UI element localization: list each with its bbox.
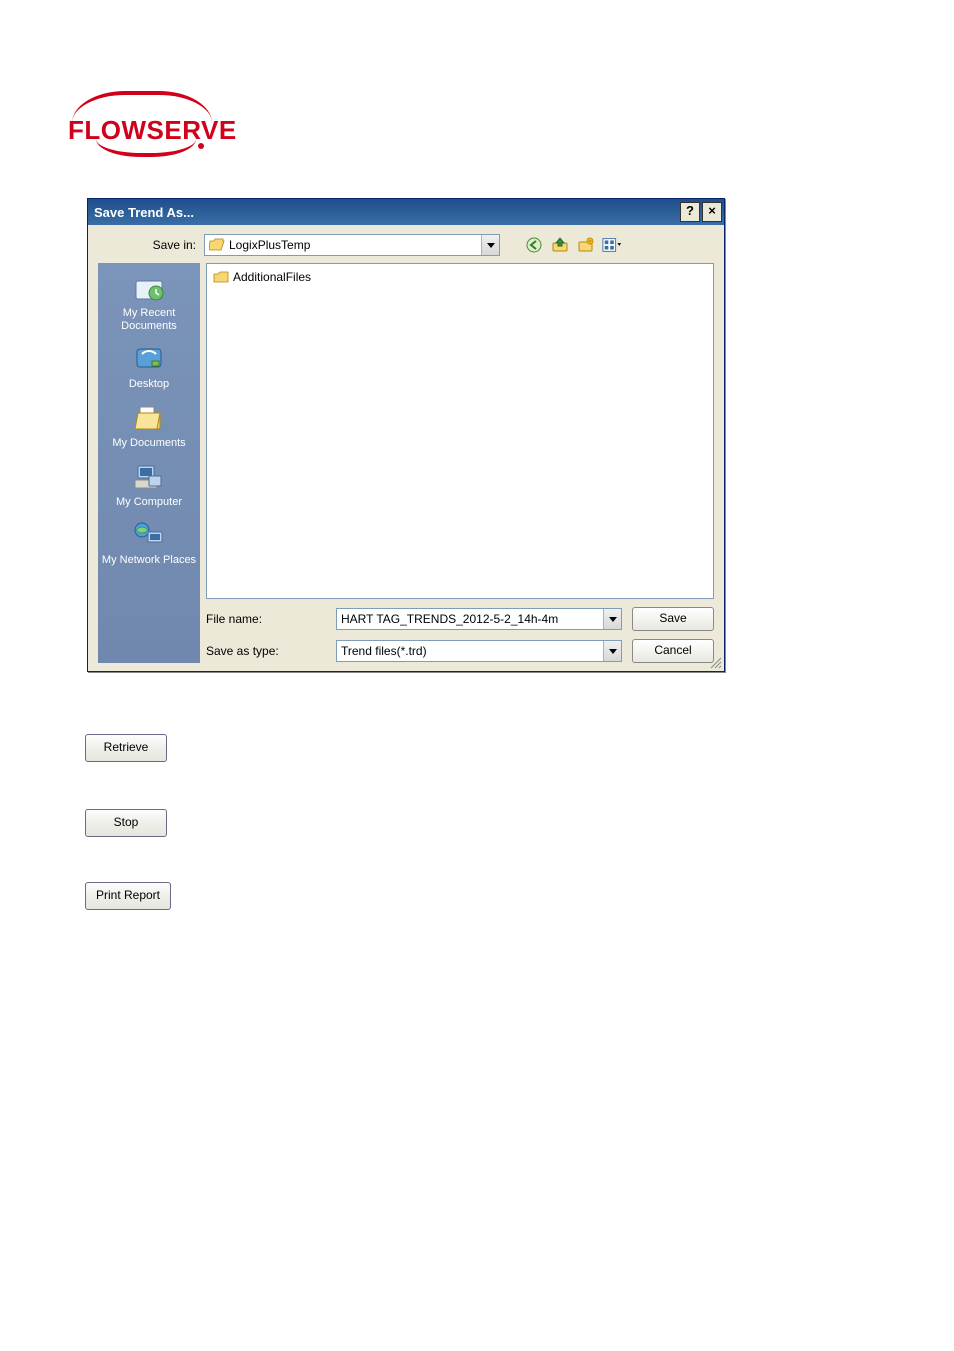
logo-arc — [72, 91, 212, 123]
folder-open-icon — [209, 238, 225, 252]
network-places-icon — [132, 520, 166, 550]
views-menu-icon[interactable] — [602, 235, 622, 255]
save-as-type-row: Save as type: Trend files(*.trd) Cancel — [206, 639, 714, 663]
up-one-level-icon[interactable] — [550, 235, 570, 255]
dialog-body: Save in: LogixPlusTemp — [88, 225, 724, 671]
place-my-computer[interactable]: My Computer — [98, 458, 200, 517]
place-label: My Recent Documents — [98, 307, 200, 332]
my-documents-icon — [132, 403, 166, 433]
bottom-rows: File name: HART TAG_TRENDS_2012-5-2_14h-… — [206, 599, 714, 663]
new-folder-icon[interactable] — [576, 235, 596, 255]
save-in-label: Save in: — [98, 238, 198, 252]
place-label: My Network Places — [98, 554, 200, 567]
dialog-title: Save Trend As... — [94, 205, 678, 220]
file-name-label: File name: — [206, 612, 326, 626]
save-button[interactable]: Save — [632, 607, 714, 631]
file-name-input[interactable]: HART TAG_TRENDS_2012-5-2_14h-4m — [336, 608, 622, 630]
place-label: Desktop — [98, 378, 200, 391]
my-computer-icon — [132, 462, 166, 492]
save-in-dropdown[interactable]: LogixPlusTemp — [204, 234, 500, 256]
resize-grip-icon[interactable] — [708, 655, 722, 669]
save-in-value: LogixPlusTemp — [229, 238, 310, 252]
brand-logo: FLOWSERVE — [68, 85, 237, 157]
place-desktop[interactable]: Desktop — [98, 340, 200, 399]
file-name-row: File name: HART TAG_TRENDS_2012-5-2_14h-… — [206, 607, 714, 631]
folder-item-label: AdditionalFiles — [233, 270, 311, 284]
chevron-down-icon[interactable] — [603, 641, 621, 661]
dialog-titlebar: Save Trend As... ? × — [88, 199, 724, 225]
dialog-middle: My Recent Documents Desktop — [98, 263, 714, 663]
cancel-button[interactable]: Cancel — [632, 639, 714, 663]
desktop-icon — [132, 344, 166, 374]
place-my-recent-documents[interactable]: My Recent Documents — [98, 269, 200, 340]
toolbar-icons — [524, 235, 622, 255]
places-bar: My Recent Documents Desktop — [98, 263, 200, 663]
save-in-row: Save in: LogixPlusTemp — [98, 233, 714, 257]
save-trend-dialog: Save Trend As... ? × Save in: LogixPlusT… — [87, 198, 725, 672]
print-report-button[interactable]: Print Report — [85, 882, 171, 910]
save-as-type-value: Trend files(*.trd) — [341, 644, 427, 658]
place-my-documents[interactable]: My Documents — [98, 399, 200, 458]
place-label: My Documents — [98, 437, 200, 450]
logo-smile — [96, 139, 196, 157]
file-area: AdditionalFiles File name: HART TAG_TREN… — [206, 263, 714, 663]
file-name-value: HART TAG_TRENDS_2012-5-2_14h-4m — [341, 612, 558, 626]
chevron-down-icon[interactable] — [603, 609, 621, 629]
place-my-network-places[interactable]: My Network Places — [98, 516, 200, 575]
file-list[interactable]: AdditionalFiles — [206, 263, 714, 599]
chevron-down-icon[interactable] — [481, 235, 499, 255]
folder-icon — [213, 270, 229, 284]
close-button[interactable]: × — [702, 202, 722, 222]
stop-button[interactable]: Stop — [85, 809, 167, 837]
folder-item[interactable]: AdditionalFiles — [213, 268, 707, 286]
save-as-type-label: Save as type: — [206, 644, 326, 658]
back-icon[interactable] — [524, 235, 544, 255]
save-as-type-dropdown[interactable]: Trend files(*.trd) — [336, 640, 622, 662]
place-label: My Computer — [98, 496, 200, 509]
help-button[interactable]: ? — [680, 202, 700, 222]
retrieve-button[interactable]: Retrieve — [85, 734, 167, 762]
recent-documents-icon — [132, 273, 166, 303]
